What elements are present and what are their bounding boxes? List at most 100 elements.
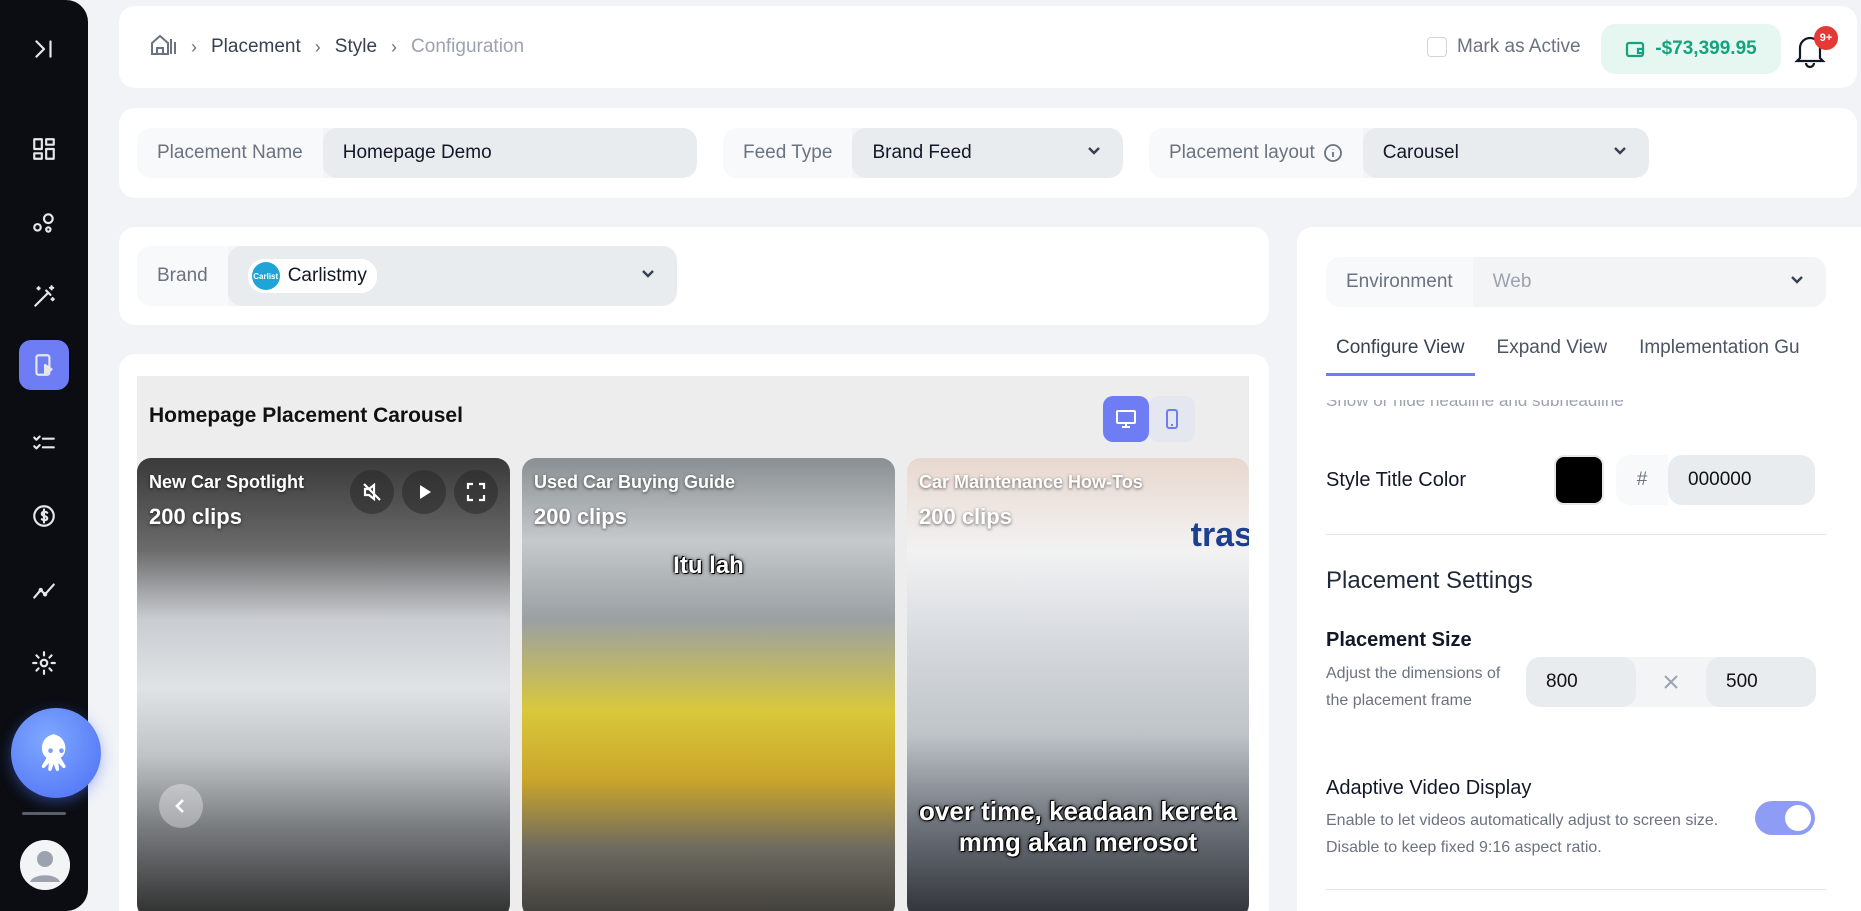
brand-value: Carlistmy	[287, 265, 367, 286]
info-icon[interactable]	[1315, 142, 1343, 164]
octopus-icon[interactable]	[11, 708, 101, 798]
placement-size-inputs: 800 500	[1526, 657, 1816, 707]
mark-as-active[interactable]: Mark as Active	[1427, 36, 1581, 58]
carousel-preview: Homepage Placement Carousel New Car Spot…	[137, 376, 1249, 911]
placement-settings-title: Placement Settings	[1326, 567, 1533, 594]
checklist-icon[interactable]	[19, 418, 69, 468]
placement-name-input[interactable]: Homepage Demo	[322, 128, 697, 178]
analytics-icon[interactable]	[19, 565, 69, 615]
adaptive-video-desc: Enable to let videos automatically adjus…	[1326, 812, 1719, 856]
video-card-title: Car Maintenance How-Tos	[919, 472, 1143, 492]
tab-expand-view[interactable]: Expand View	[1487, 323, 1618, 376]
divider	[1326, 889, 1826, 890]
chevron-down-icon	[1611, 141, 1629, 165]
placement-form-row: Placement Name Homepage Demo Feed Type B…	[119, 108, 1857, 198]
environment-select[interactable]: Web	[1472, 257, 1826, 307]
config-panel: Environment Web Configure View Expand Vi…	[1297, 227, 1861, 911]
home-icon[interactable]	[149, 31, 177, 63]
color-hex-field: # 000000	[1616, 455, 1815, 505]
brand-select[interactable]: Carlist Carlistmy	[227, 246, 677, 306]
notification-badge: 9+	[1814, 26, 1838, 50]
gear-icon[interactable]	[19, 638, 69, 688]
brand-chip: Carlist Carlistmy	[247, 259, 377, 293]
video-caption: over time, keadaan kereta mmg akan meros…	[919, 796, 1237, 857]
top-header: › Placement › Style › Configuration Mark…	[119, 6, 1857, 88]
times-icon	[1636, 657, 1706, 707]
video-card-title: New Car Spotlight	[149, 472, 305, 492]
style-title-color-label: Style Title Color	[1326, 469, 1467, 491]
video-card[interactable]: New Car Spotlight 200 clips	[137, 458, 510, 911]
placement-layout-value: Carousel	[1382, 142, 1459, 163]
wallet-icon	[1626, 41, 1645, 58]
mark-active-label: Mark as Active	[1457, 36, 1581, 57]
config-tabs: Configure View Expand View Implementatio…	[1326, 323, 1861, 376]
brand-logo: Carlist	[251, 262, 280, 290]
shapes-icon[interactable]	[19, 198, 69, 248]
height-input[interactable]: 500	[1706, 657, 1816, 707]
expand-sidebar-icon[interactable]	[19, 24, 69, 74]
feed-type-label: Feed Type	[723, 128, 853, 178]
mark-active-checkbox[interactable]	[1427, 37, 1447, 57]
placement-layout-label-text: Placement layout	[1169, 142, 1315, 163]
video-card-clips: 200 clips	[149, 504, 242, 529]
placement-name-label: Placement Name	[137, 128, 323, 178]
preview-title: Homepage Placement Carousel	[149, 404, 463, 427]
chevron-right-icon: ›	[391, 36, 398, 57]
breadcrumb-style[interactable]: Style	[335, 36, 377, 58]
placement-size-title: Placement Size	[1326, 629, 1472, 651]
tab-implementation-guide[interactable]: Implementation Gu	[1629, 323, 1810, 376]
play-button[interactable]	[402, 470, 446, 514]
feed-type-select[interactable]: Brand Feed	[852, 128, 1123, 178]
placement-icon[interactable]	[19, 340, 69, 390]
adaptive-video-title: Adaptive Video Display	[1326, 777, 1532, 799]
video-caption: Itu lah	[673, 552, 744, 579]
mute-button[interactable]	[350, 470, 394, 514]
brand-card: Brand Carlist Carlistmy	[119, 227, 1269, 325]
environment-field: Environment Web	[1326, 257, 1826, 307]
user-avatar-icon[interactable]	[20, 840, 70, 890]
video-card[interactable]: Used Car Buying Guide 200 clips Itu lah	[522, 458, 895, 911]
desktop-icon	[1116, 410, 1136, 428]
hash-label: #	[1616, 455, 1668, 505]
color-hex-input[interactable]: 000000	[1668, 455, 1815, 505]
video-card-title: Used Car Buying Guide	[534, 472, 736, 492]
device-toggle	[1103, 396, 1195, 442]
placement-layout-select[interactable]: Carousel	[1362, 128, 1649, 178]
brand-field: Brand Carlist Carlistmy	[137, 246, 677, 306]
dashboard-icon[interactable]	[19, 124, 69, 174]
sidebar-divider	[22, 812, 66, 815]
balance-badge[interactable]: -$73,399.95	[1601, 24, 1781, 74]
breadcrumb-placement[interactable]: Placement	[211, 36, 301, 58]
fullscreen-button[interactable]	[454, 470, 498, 514]
toggle-knob	[1785, 805, 1811, 831]
environment-value: Web	[1492, 271, 1532, 292]
video-card[interactable]: Car Maintenance How-Tos 200 clips tras o…	[907, 458, 1249, 911]
feed-type-value: Brand Feed	[872, 142, 972, 163]
brand-watermark: tras	[1190, 516, 1249, 554]
chevron-down-icon	[1788, 270, 1806, 294]
magic-wand-icon[interactable]	[19, 272, 69, 322]
video-card-clips: 200 clips	[919, 504, 1012, 529]
placement-layout-field: Placement layout Carousel	[1149, 128, 1649, 178]
notification-bell[interactable]: 9+	[1794, 26, 1838, 72]
desktop-view-button[interactable]	[1103, 396, 1149, 442]
chevron-right-icon: ›	[314, 36, 321, 57]
dollar-icon[interactable]	[19, 491, 69, 541]
balance-value: -$73,399.95	[1655, 38, 1757, 59]
sidebar	[0, 0, 101, 911]
video-card-clips: 200 clips	[534, 504, 627, 529]
width-input[interactable]: 800	[1526, 657, 1636, 707]
play-icon	[420, 485, 431, 499]
mute-icon	[363, 482, 381, 502]
placement-name-field: Placement Name Homepage Demo	[137, 128, 697, 178]
mobile-icon	[1166, 409, 1178, 429]
color-swatch[interactable]	[1554, 455, 1604, 505]
carousel-prev-button[interactable]	[159, 784, 203, 828]
environment-label: Environment	[1326, 257, 1473, 307]
adaptive-video-toggle[interactable]	[1755, 801, 1815, 835]
tab-configure-view[interactable]: Configure View	[1326, 323, 1475, 376]
chevron-left-icon	[175, 799, 184, 813]
mobile-view-button[interactable]	[1149, 396, 1195, 442]
placement-layout-label: Placement layout	[1149, 128, 1363, 178]
chevron-right-icon: ›	[191, 36, 197, 57]
